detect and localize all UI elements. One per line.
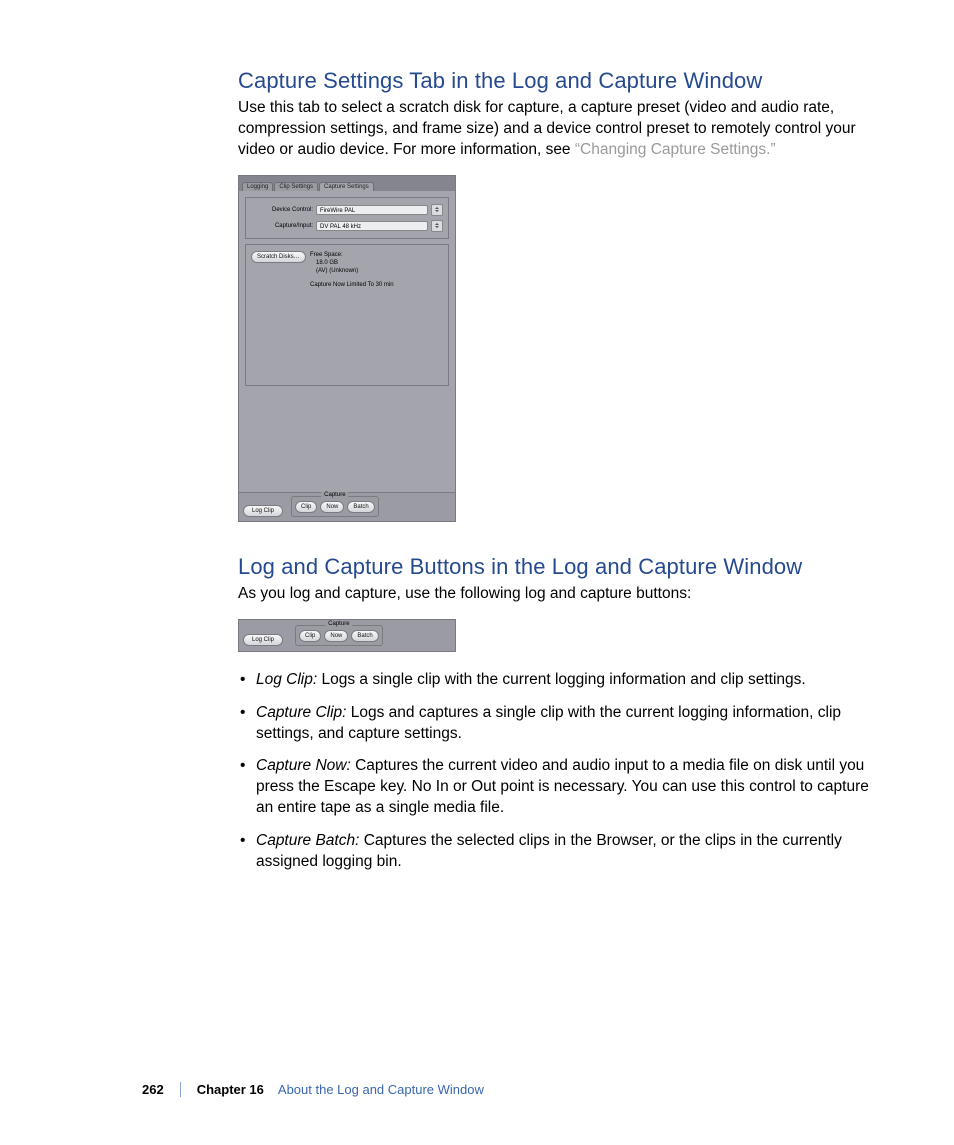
scratch-disk-group: Scratch Disks… Free Space: 18.0 GB (AV) …	[245, 244, 449, 386]
capture-group-label: Capture	[321, 492, 348, 498]
tab-clip-settings[interactable]: Clip Settings	[274, 182, 318, 191]
device-control-label: Device Control:	[251, 207, 313, 213]
capture-clip-button[interactable]: Clip	[299, 630, 321, 642]
capture-batch-button[interactable]: Batch	[351, 630, 378, 642]
cross-reference-link[interactable]: “Changing Capture Settings.”	[575, 141, 776, 158]
chapter-title: About the Log and Capture Window	[278, 1082, 484, 1097]
capture-input-label: Capture/Input:	[251, 223, 313, 229]
free-space-line1: Free Space:	[310, 251, 394, 259]
list-item: Capture Now: Captures the current video …	[238, 756, 874, 819]
figure-capture-bar: Log Clip Capture Clip Now Batch	[238, 619, 456, 652]
section-heading-1: Capture Settings Tab in the Log and Capt…	[238, 68, 874, 94]
figure-capture-settings-panel: Logging Clip Settings Capture Settings D…	[238, 175, 456, 522]
term: Capture Clip:	[256, 704, 351, 721]
capture-clip-button[interactable]: Clip	[295, 501, 317, 513]
term: Capture Batch:	[256, 832, 364, 849]
tab-logging[interactable]: Logging	[242, 182, 273, 191]
capture-now-button[interactable]: Now	[324, 630, 348, 642]
term: Capture Now:	[256, 757, 355, 774]
capture-batch-button[interactable]: Batch	[347, 501, 374, 513]
presets-group: Device Control: FireWire PAL Capture/Inp…	[245, 197, 449, 239]
capture-button-group: Capture Clip Now Batch	[291, 496, 379, 517]
page-number: 262	[142, 1082, 181, 1097]
capture-input-combo[interactable]: DV PAL 48 kHz	[316, 221, 428, 231]
page-footer: 262 Chapter 16 About the Log and Capture…	[142, 1082, 484, 1097]
stepper-icon[interactable]	[431, 220, 443, 232]
capture-bar: Log Clip Capture Clip Now Batch	[239, 492, 455, 521]
capture-limit-text: Capture Now Limited To 30 min	[310, 281, 394, 289]
section-heading-2: Log and Capture Buttons in the Log and C…	[238, 554, 874, 580]
free-space-line2: 18.0 GB	[310, 259, 394, 267]
tab-capture-settings[interactable]: Capture Settings	[319, 182, 374, 191]
tabs-row: Logging Clip Settings Capture Settings	[239, 176, 455, 191]
section2-intro: As you log and capture, use the followin…	[238, 584, 874, 605]
capture-button-group: Capture Clip Now Batch	[295, 625, 383, 646]
section1-paragraph: Use this tab to select a scratch disk fo…	[238, 98, 874, 161]
definition-list: Log Clip: Logs a single clip with the cu…	[238, 670, 874, 873]
device-control-combo[interactable]: FireWire PAL	[316, 205, 428, 215]
term: Log Clip:	[256, 671, 321, 688]
list-item: Capture Batch: Captures the selected cli…	[238, 831, 874, 873]
scratch-disks-button[interactable]: Scratch Disks…	[251, 251, 306, 263]
free-space-info: Free Space: 18.0 GB (AV) (Unknown) Captu…	[310, 251, 394, 289]
definition: Logs a single clip with the current logg…	[321, 671, 805, 688]
capture-now-button[interactable]: Now	[320, 501, 344, 513]
stepper-icon[interactable]	[431, 204, 443, 216]
capture-group-label: Capture	[325, 621, 352, 627]
list-item: Log Clip: Logs a single clip with the cu…	[238, 670, 874, 691]
log-clip-button[interactable]: Log Clip	[243, 634, 283, 646]
free-space-line3: (AV) (Unknown)	[310, 267, 394, 275]
log-clip-button[interactable]: Log Clip	[243, 505, 283, 517]
chapter-label: Chapter 16	[197, 1082, 278, 1097]
list-item: Capture Clip: Logs and captures a single…	[238, 703, 874, 745]
